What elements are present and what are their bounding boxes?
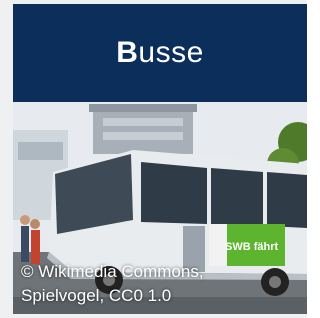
bus-ad-text: SWB fährt [225,241,279,253]
card-title: Busse [116,36,204,70]
bus-card[interactable]: Busse SWB fährt © Wikimedia Commons, Spi… [0,0,307,318]
photo-credit-line1: © Wikimedia Commons, [21,262,204,281]
title-rest: usse [138,36,204,69]
bus-photo: SWB fährt © Wikimedia Commons, Spielvoge… [13,102,307,314]
photo-credit-line2: Spielvogel, CC0 1.0 [21,286,172,305]
card-header: Busse [13,4,307,102]
photo-credit: © Wikimedia Commons, Spielvogel, CC0 1.0 [21,260,301,308]
title-first-letter: B [116,36,139,69]
